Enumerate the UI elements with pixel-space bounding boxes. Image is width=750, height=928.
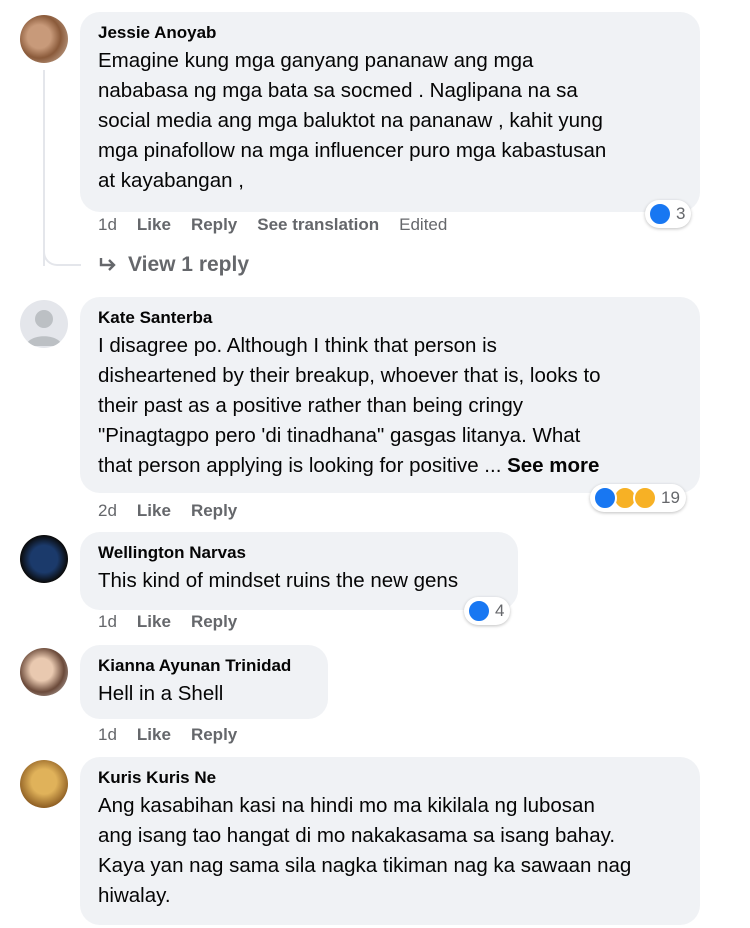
comment-time[interactable]: 1d	[98, 215, 117, 235]
comment-bubble: Kianna Ayunan Trinidad Hell in a Shell	[80, 645, 328, 719]
see-translation-link[interactable]: See translation	[257, 215, 379, 235]
avatar[interactable]	[20, 535, 68, 583]
avatar[interactable]	[20, 15, 68, 63]
like-button[interactable]: Like	[137, 501, 171, 521]
comment-actions: 1d Like Reply See translation Edited	[98, 215, 447, 235]
reaction-count[interactable]: 19	[590, 484, 686, 512]
reply-button[interactable]: Reply	[191, 501, 237, 521]
reaction-number: 19	[661, 488, 680, 507]
avatar[interactable]	[20, 648, 68, 696]
reaction-number: 3	[676, 204, 686, 223]
reply-button[interactable]: Reply	[191, 612, 237, 632]
comment-author[interactable]: Wellington Narvas	[98, 542, 500, 564]
comment-text: Emagine kung mga ganyang pananaw ang mga…	[98, 49, 607, 192]
comment-bubble: Kate Santerba I disagree po. Although I …	[80, 297, 700, 493]
like-reaction-icon	[648, 202, 672, 226]
view-replies-link[interactable]: View 1 reply	[98, 253, 249, 277]
reply-arrow-icon	[99, 258, 116, 271]
comment-author[interactable]: Kate Santerba	[98, 307, 682, 329]
comment-text: Ang kasabihan kasi na hindi mo ma kikila…	[98, 794, 632, 907]
comment-time[interactable]: 2d	[98, 501, 117, 521]
comment-text: This kind of mindset ruins the new gens	[98, 569, 459, 592]
like-reaction-icon	[593, 486, 617, 510]
edited-label: Edited	[399, 215, 448, 234]
view-replies-label: View 1 reply	[128, 253, 250, 276]
comment-bubble: Jessie Anoyab Emagine kung mga ganyang p…	[80, 12, 700, 212]
comment-author[interactable]: Kianna Ayunan Trinidad	[98, 655, 310, 677]
reaction-count[interactable]: 3	[645, 200, 692, 228]
comment-text: Hell in a Shell	[98, 682, 224, 705]
like-reaction-icon	[467, 599, 491, 623]
comment-time[interactable]: 1d	[98, 612, 117, 632]
care-reaction-icon	[633, 486, 657, 510]
thread-line	[43, 70, 45, 266]
comment-author[interactable]: Jessie Anoyab	[98, 22, 682, 44]
comment-author[interactable]: Kuris Kuris Ne	[98, 767, 682, 789]
reply-button[interactable]: Reply	[191, 215, 237, 235]
default-avatar-icon	[26, 310, 62, 346]
reply-button[interactable]: Reply	[191, 725, 237, 745]
like-button[interactable]: Like	[137, 215, 171, 235]
like-button[interactable]: Like	[137, 725, 171, 745]
thread-connector	[43, 238, 81, 266]
avatar[interactable]	[20, 300, 68, 348]
like-button[interactable]: Like	[137, 612, 171, 632]
comment-bubble: Kuris Kuris Ne Ang kasabihan kasi na hin…	[80, 757, 700, 925]
see-more-link[interactable]: See more	[507, 454, 599, 477]
avatar[interactable]	[20, 760, 68, 808]
reaction-count[interactable]: 4	[464, 597, 511, 625]
comment-actions: 1d Like Reply	[98, 725, 237, 745]
comment-actions: 2d Like Reply	[98, 501, 237, 521]
reaction-number: 4	[495, 601, 505, 620]
comment-time[interactable]: 1d	[98, 725, 117, 745]
comment-actions: 1d Like Reply	[98, 612, 237, 632]
comment-bubble: Wellington Narvas This kind of mindset r…	[80, 532, 518, 610]
comment-text: I disagree po. Although I think that per…	[98, 331, 682, 481]
